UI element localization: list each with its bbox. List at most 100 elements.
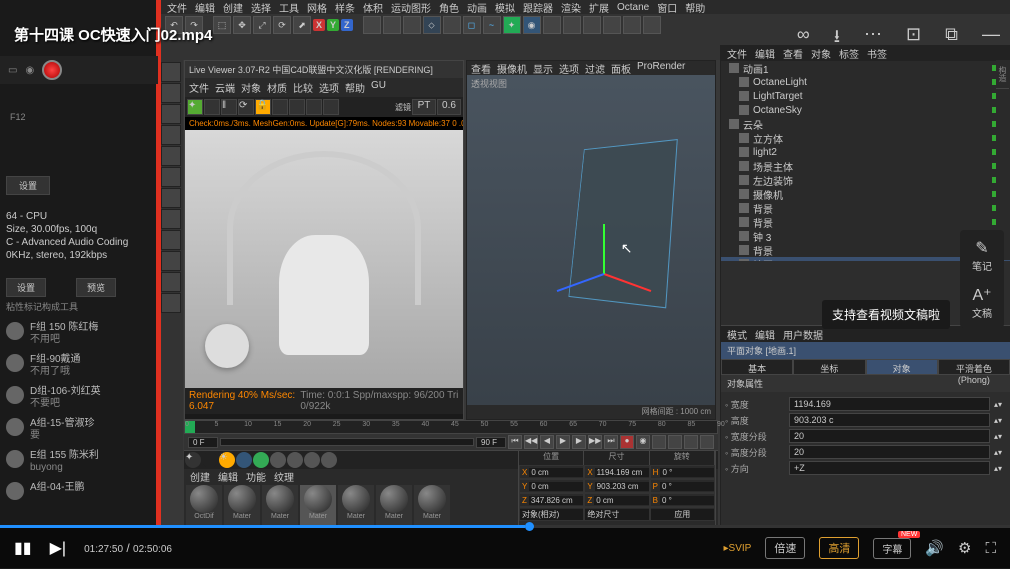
tree-row[interactable]: OctaneSky [721,103,1010,117]
settings-button[interactable]: 设置 [6,176,50,195]
tree-row[interactable]: 摄像机 [721,187,1010,201]
key-opts[interactable] [652,435,666,449]
perspective-viewport[interactable]: 查看 摄像机 显示 选项 过滤 面板 ProRender 透视视图 ↖ 网格间距… [466,60,716,420]
menu-item[interactable]: 体积 [363,0,383,15]
material-slot[interactable]: Mater [414,485,450,525]
tool-button[interactable]: ◉ [523,16,541,34]
tab-object[interactable]: 对象 [866,359,938,375]
render-preview[interactable] [185,130,463,388]
render-button[interactable]: ⬦ [423,16,441,34]
spinner-icon[interactable]: ▴▾ [994,464,1006,473]
lv-menu-item[interactable]: 选项 [319,80,339,95]
vp-menu-item[interactable]: 查看 [471,61,491,75]
menu-item[interactable]: 窗口 [657,0,677,15]
menu-item[interactable]: 动画 [467,0,487,15]
speed-button[interactable]: 倍速 [765,537,805,559]
move-tool[interactable]: ✥ [233,16,251,34]
cube-button[interactable]: ◻ [463,16,481,34]
vp-menu-item[interactable]: 摄像机 [497,61,527,75]
attr-value[interactable]: +Z [789,461,990,475]
frame-end[interactable]: 90 F [476,437,506,448]
tool-button[interactable] [583,16,601,34]
mat-btn[interactable] [287,452,303,468]
point-mode[interactable] [161,104,181,124]
model-mode[interactable] [161,62,181,82]
tool-button[interactable] [563,16,581,34]
lv-menu-item[interactable]: 对象 [241,80,261,95]
tool-button[interactable] [623,16,641,34]
coord-mode[interactable]: 对象(相对) [520,509,583,520]
plane-object[interactable] [569,139,678,308]
next-frame[interactable]: ▶ [572,435,586,449]
material-slot[interactable]: OctDif [186,485,222,525]
attr-value[interactable]: 903.203 c [789,413,990,427]
menu-item[interactable]: 创建 [223,0,243,15]
mat-btn[interactable] [236,452,252,468]
lv-render-start[interactable]: ✦ [187,99,203,115]
poly-mode[interactable] [161,146,181,166]
texture-mode[interactable] [161,167,181,187]
spinner-icon[interactable]: ▴▾ [994,448,1006,457]
coord-pos[interactable]: 347.826 cm [529,496,583,505]
timeline-ruler[interactable]: 051015202530354045505560657075808590 [184,420,718,434]
vp-menu-item[interactable]: ProRender [637,61,685,75]
attr-mode[interactable]: 模式 [727,327,747,342]
coord-size[interactable]: 1194.169 cm [595,468,649,477]
select-tool[interactable]: ⬚ [213,16,231,34]
coord-pos[interactable]: 0 cm [529,468,583,477]
close-icon[interactable]: — [982,24,1000,54]
tool-button[interactable] [603,16,621,34]
mat-btn[interactable]: ✦ [185,452,201,468]
frame-start[interactable]: 0 F [188,437,218,448]
prev-key[interactable]: ◀◀ [524,435,538,449]
viewport-scene[interactable]: ↖ [467,75,715,405]
menu-item[interactable]: 模拟 [495,0,515,15]
menu-item[interactable]: 样条 [335,0,355,15]
tool-mode[interactable] [161,251,181,271]
menu-item[interactable]: 渲染 [561,0,581,15]
tl-slider[interactable] [220,438,474,446]
mat-btn[interactable] [304,452,320,468]
menu-item[interactable]: 工具 [279,0,299,15]
play-pause-button[interactable]: ▮▮ [14,538,32,558]
mat-btn[interactable]: ☀ [219,452,235,468]
svip-badge[interactable]: ▸SVIP [724,543,752,554]
menu-item[interactable]: 跟踪器 [523,0,553,15]
object-mode[interactable] [161,83,181,103]
fullscreen-icon[interactable]: ⛶ [985,540,996,557]
lv-tool[interactable] [289,99,305,115]
material-slot[interactable]: Mater [262,485,298,525]
key-opts[interactable] [668,435,682,449]
lv-menu-item[interactable]: 帮助 [345,80,365,95]
menu-item[interactable]: 运动图形 [391,0,431,15]
download-icon[interactable]: ⭳ [834,24,840,54]
lv-menu-item[interactable]: 文件 [189,80,209,95]
tool-button[interactable] [443,16,461,34]
tool-mode[interactable] [161,272,181,292]
axis-y-toggle[interactable]: Y [327,19,339,31]
val-field[interactable]: 0.6 [437,99,461,115]
lv-tool[interactable] [306,99,322,115]
mat-btn[interactable] [253,452,269,468]
tree-row[interactable]: 云朵 [721,117,1010,131]
tree-row[interactable]: OctaneLight [721,75,1010,89]
tool-button[interactable]: ✦ [503,16,521,34]
notes-button[interactable]: ✎笔记 [972,238,992,273]
spinner-icon[interactable]: ▴▾ [994,416,1006,425]
settings2-button[interactable]: 设置 [6,278,46,297]
tree-row[interactable]: 立方体 [721,131,1010,145]
vp-menu-item[interactable]: 显示 [533,61,553,75]
quality-button[interactable]: 高清 [819,537,859,559]
gizmo-y-axis[interactable] [603,224,605,274]
play-forward[interactable]: ▶ [556,435,570,449]
subtitle-button[interactable]: 字幕NEW [873,538,911,559]
mat-btn[interactable] [202,452,218,468]
settings-icon[interactable]: ⚙ [958,539,971,557]
tree-row[interactable]: LightTarget [721,89,1010,103]
axis-z-toggle[interactable]: Z [341,19,353,31]
axis-mode[interactable] [161,188,181,208]
screen-icon[interactable]: ▭ [8,65,17,76]
coord-size[interactable]: 903.203 cm [595,482,649,491]
axis-x-toggle[interactable]: X [313,19,325,31]
attr-edit[interactable]: 编辑 [755,327,775,342]
